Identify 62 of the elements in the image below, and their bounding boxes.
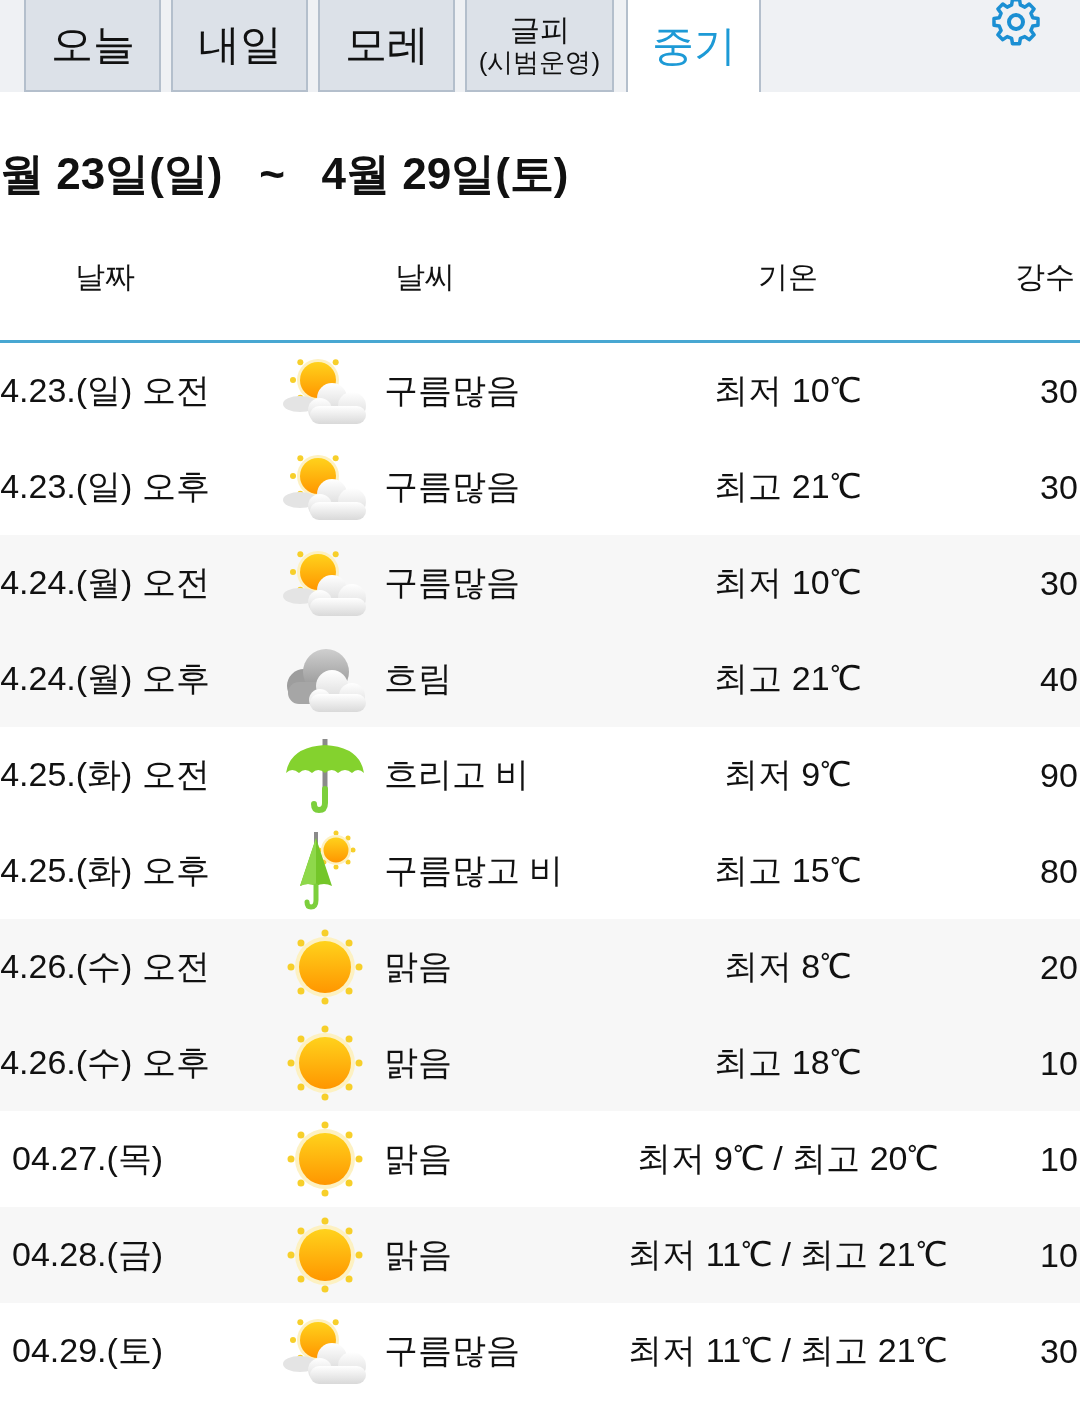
temperature-range: 최고 15℃ — [714, 850, 861, 891]
precipitation-chance: 10 — [1039, 1043, 1078, 1083]
temperature-range: 최저 9℃ — [723, 754, 852, 795]
weather-condition: 흐림 — [384, 658, 452, 699]
weather-condition: 흐리고 비 — [384, 754, 530, 795]
forecast-date: 4.23.(일) 오후 — [0, 466, 210, 507]
weather-condition: 맑음 — [384, 1042, 452, 1083]
forecast-date: 04.28.(금) — [11, 1234, 164, 1275]
forecast-date: 4.24.(월) 오전 — [0, 562, 210, 603]
tab[interactable]: 글피 (시범운영) — [465, 0, 614, 92]
sun-icon — [287, 1217, 363, 1293]
tab[interactable]: 오늘 — [24, 0, 161, 92]
precipitation-chance: 30 — [1039, 467, 1078, 507]
weather-condition: 맑음 — [384, 1138, 452, 1179]
forecast-date: 04.27.(목) — [11, 1138, 164, 1179]
temperature-range: 최고 21℃ — [714, 658, 861, 699]
tab[interactable]: 내일 — [171, 0, 308, 92]
temperature-range: 최저 11℃ / 최고 21℃ — [628, 1234, 947, 1275]
weather-condition: 구름많음 — [384, 1330, 520, 1371]
forecast-date: 4.26.(수) 오후 — [0, 1042, 210, 1083]
weather-condition: 구름많음 — [384, 466, 520, 507]
settings-icon[interactable] — [990, 0, 1042, 48]
weather-condition: 맑음 — [384, 1234, 452, 1275]
temperature-range: 최고 18℃ — [714, 1042, 861, 1083]
temperature-range: 최저 10℃ — [714, 370, 861, 411]
precipitation-chance: 90 — [1039, 755, 1078, 795]
tab[interactable]: 모레 — [318, 0, 455, 92]
precipitation-chance: 10 — [1039, 1235, 1078, 1275]
column-header: 기온 — [757, 259, 818, 295]
partly-cloudy-icon — [282, 358, 368, 424]
temperature-range: 최저 11℃ / 최고 21℃ — [628, 1330, 947, 1371]
sun-icon — [287, 1025, 363, 1101]
precipitation-chance: 30 — [1039, 563, 1078, 603]
column-header: 강수 — [1014, 259, 1075, 295]
precipitation-chance: 30 — [1039, 371, 1078, 411]
temperature-range: 최저 10℃ — [714, 562, 861, 603]
weather-condition: 구름많고 비 — [384, 850, 564, 891]
precipitation-chance: 30 — [1039, 1331, 1078, 1371]
precipitation-chance: 80 — [1039, 851, 1078, 891]
weather-condition: 맑음 — [384, 946, 452, 987]
temperature-range: 최고 21℃ — [714, 466, 861, 507]
precipitation-chance: 10 — [1039, 1139, 1078, 1179]
temperature-range: 최저 9℃ / 최고 20℃ — [636, 1138, 939, 1179]
forecast-date: 4.25.(화) 오후 — [0, 850, 210, 891]
temperature-range: 최저 8℃ — [723, 946, 852, 987]
forecast-date: 4.25.(화) 오전 — [0, 754, 210, 795]
date-range-title: 월 23일(일) ~ 4월 29일(토) — [0, 148, 570, 200]
column-header: 날씨 — [395, 259, 455, 295]
forecast-date: 4.26.(수) 오전 — [0, 946, 210, 987]
sun-icon — [287, 1121, 363, 1197]
weather-condition: 구름많음 — [384, 562, 520, 603]
partly-cloudy-icon — [282, 454, 368, 520]
precipitation-chance: 40 — [1039, 659, 1078, 699]
partly-cloudy-icon — [282, 1318, 368, 1384]
forecast-date: 4.23.(일) 오전 — [0, 370, 210, 411]
sun-icon — [287, 929, 363, 1005]
forecast-date: 4.24.(월) 오후 — [0, 658, 210, 699]
column-header: 날짜 — [75, 259, 135, 295]
forecast-date: 04.29.(토) — [11, 1330, 164, 1371]
weather-condition: 구름많음 — [384, 370, 520, 411]
partly-cloudy-icon — [282, 550, 368, 616]
precipitation-chance: 20 — [1039, 947, 1078, 987]
